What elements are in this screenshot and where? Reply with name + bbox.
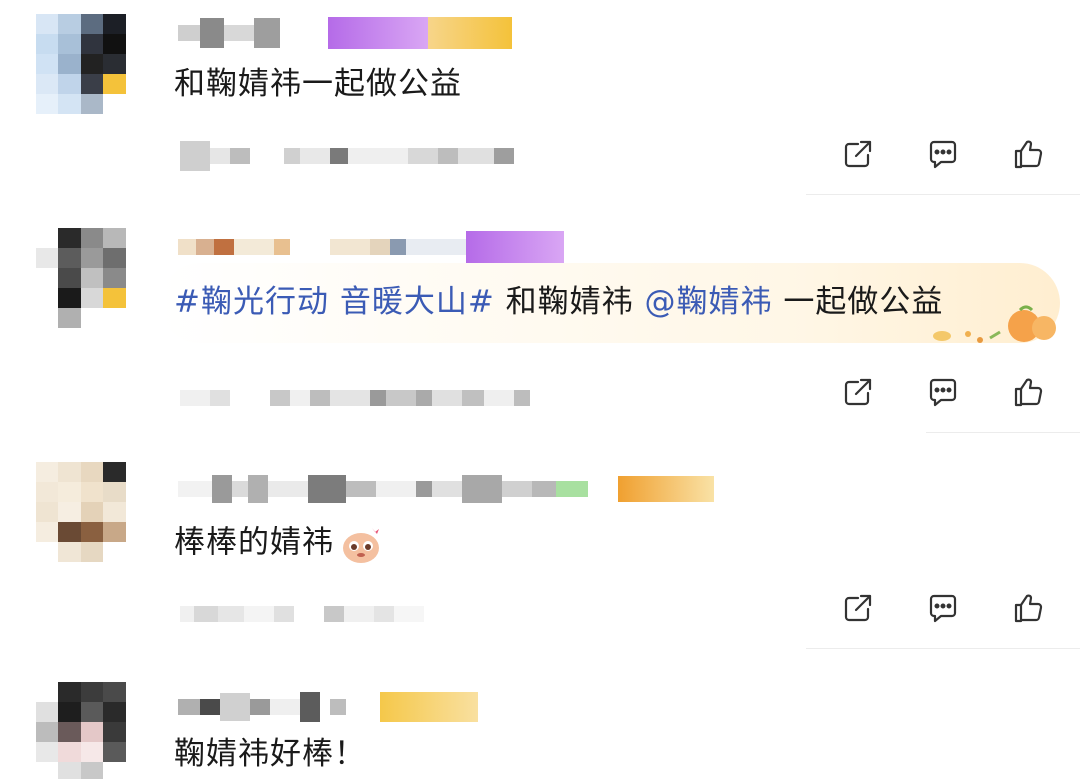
like-button[interactable] bbox=[1008, 372, 1048, 412]
comment-actions bbox=[838, 586, 1048, 630]
avatar[interactable] bbox=[36, 14, 148, 114]
like-button[interactable] bbox=[1008, 134, 1048, 174]
reply-button[interactable] bbox=[923, 372, 963, 412]
comment-text: 和鞠婧祎一起做公益 bbox=[174, 66, 462, 102]
avatar[interactable] bbox=[36, 682, 148, 779]
avatar[interactable] bbox=[36, 228, 148, 328]
comment-text: 鞠婧祎好棒！ bbox=[174, 736, 366, 772]
level-badge bbox=[466, 231, 564, 263]
reply-button[interactable] bbox=[923, 134, 963, 174]
orange-decoration-icon bbox=[933, 305, 1056, 343]
username-blurred[interactable] bbox=[178, 230, 564, 264]
share-button[interactable] bbox=[838, 588, 878, 628]
like-icon bbox=[1014, 378, 1043, 407]
comment-icon bbox=[929, 378, 957, 407]
comment-meta-blurred bbox=[180, 594, 424, 634]
comment-actions bbox=[838, 132, 1048, 176]
like-icon bbox=[1014, 594, 1043, 623]
like-icon bbox=[1014, 140, 1043, 169]
comment-meta-blurred bbox=[180, 378, 530, 418]
comment-icon bbox=[929, 594, 957, 623]
reply-button[interactable] bbox=[923, 588, 963, 628]
comment-text: 棒棒的婧祎 bbox=[174, 522, 384, 566]
divider bbox=[806, 648, 1080, 649]
comment-text: #鞠光行动 音暖大山# 和鞠婧祎 @鞠婧祎 一起做公益 bbox=[174, 284, 944, 320]
topic-link[interactable]: #鞠光行动 音暖大山# bbox=[174, 284, 495, 320]
share-button[interactable] bbox=[838, 134, 878, 174]
mention-link[interactable]: @鞠婧祎 bbox=[645, 284, 773, 320]
cute-face-emoji-icon bbox=[343, 528, 379, 563]
share-icon bbox=[844, 140, 872, 168]
vip-badge bbox=[380, 692, 478, 722]
share-button[interactable] bbox=[838, 372, 878, 412]
username-blurred[interactable] bbox=[178, 472, 714, 506]
vip-badge bbox=[618, 476, 714, 502]
share-icon bbox=[844, 594, 872, 622]
comment-actions bbox=[838, 370, 1048, 414]
comment-icon bbox=[929, 140, 957, 169]
level-badge bbox=[328, 17, 428, 49]
share-icon bbox=[844, 378, 872, 406]
comment-meta-blurred bbox=[180, 136, 514, 176]
username-blurred[interactable] bbox=[178, 690, 478, 724]
divider bbox=[806, 194, 1080, 195]
divider bbox=[926, 432, 1080, 433]
vip-badge bbox=[428, 17, 512, 49]
avatar[interactable] bbox=[36, 462, 148, 562]
username-blurred[interactable] bbox=[178, 16, 512, 50]
like-button[interactable] bbox=[1008, 588, 1048, 628]
